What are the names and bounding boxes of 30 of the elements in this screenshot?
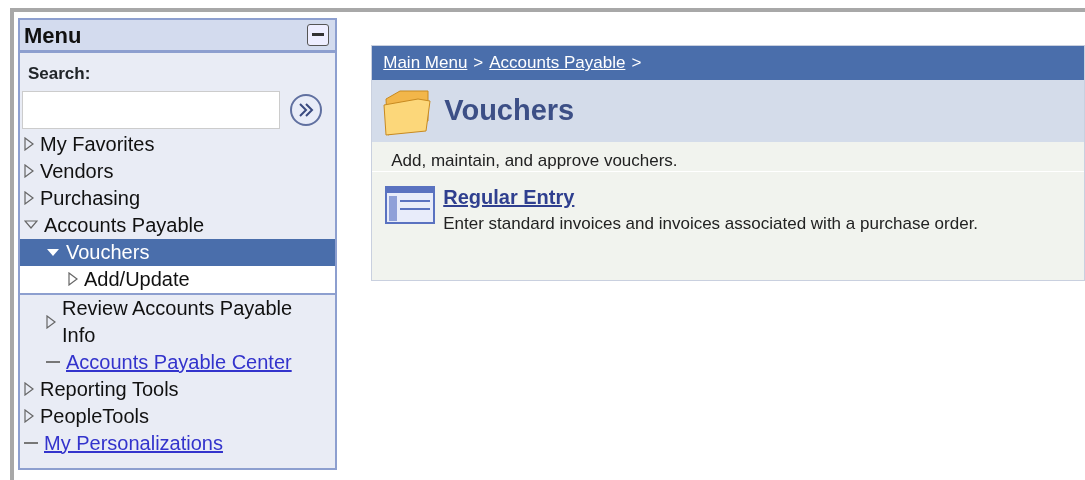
menu-title: Menu — [24, 21, 82, 50]
page-title: Vouchers — [444, 93, 575, 129]
dash-icon — [46, 360, 60, 364]
search-label: Search: — [28, 63, 91, 85]
dash-icon — [24, 441, 38, 445]
menu-item[interactable]: Vendors — [40, 157, 114, 185]
menu-item[interactable]: Add/Update — [84, 265, 190, 293]
entry-description: Enter standard invoices and invoices associated with a purchase order. — [443, 213, 979, 235]
menu-item-highlight[interactable]: Vouchers — [20, 238, 336, 266]
menu-item[interactable]: PeopleTools — [40, 402, 149, 430]
menu-link[interactable]: My Personalizations — [44, 429, 223, 457]
breadcrumb-link[interactable]: Main Menu — [383, 50, 468, 76]
breadcrumb-separator: > — [473, 52, 484, 75]
search-field[interactable] — [22, 90, 280, 129]
menu-link[interactable]: Accounts Payable Center — [66, 348, 292, 376]
window-icon — [385, 186, 436, 224]
menu-item[interactable]: Accounts Payable — [44, 211, 205, 239]
menu-item[interactable]: Review Accounts Payable Info — [62, 294, 330, 349]
minus-icon — [312, 33, 325, 37]
search-go-button[interactable] — [290, 93, 322, 126]
menu-item[interactable]: My Favorites — [40, 130, 155, 158]
double-chevron-icon — [298, 102, 314, 117]
breadcrumb-separator: > — [631, 52, 642, 75]
menu-item[interactable]: Purchasing — [40, 184, 141, 212]
page-description: Add, maintain, and approve vouchers. — [372, 142, 1084, 172]
entry-link[interactable]: Regular Entry — [443, 186, 575, 208]
collapse-button[interactable] — [307, 24, 330, 46]
menu-item[interactable]: Vouchers — [66, 238, 150, 266]
menu-item[interactable]: Reporting Tools — [40, 375, 179, 403]
breadcrumb-link[interactable]: Accounts Payable — [489, 50, 626, 76]
